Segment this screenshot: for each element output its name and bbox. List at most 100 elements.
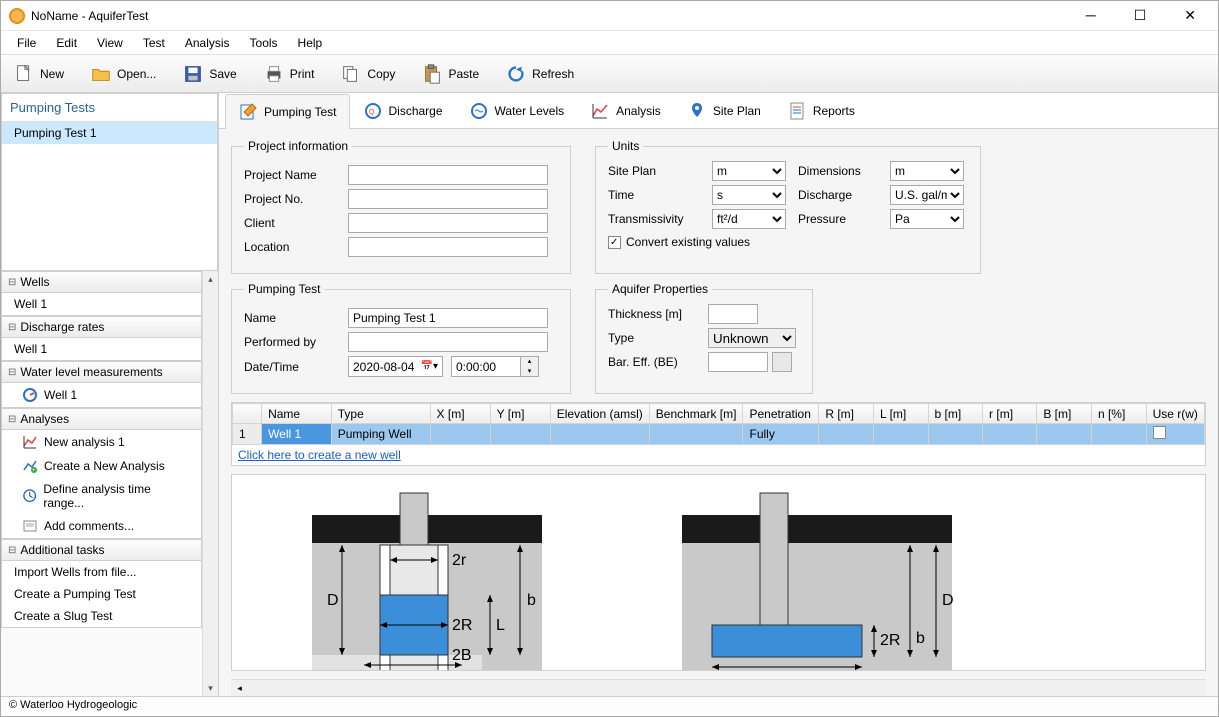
menu-view[interactable]: View xyxy=(89,34,131,52)
svg-text:D: D xyxy=(942,592,954,609)
import-wells-item[interactable]: Import Wells from file... xyxy=(2,561,201,583)
svg-text:+: + xyxy=(32,468,36,474)
project-no-input[interactable] xyxy=(348,189,548,209)
left-scrollbar[interactable]: ▴ ▾ xyxy=(202,271,218,696)
save-button[interactable]: Save xyxy=(178,60,240,88)
col-bench[interactable]: Benchmark [m] xyxy=(649,404,743,424)
refresh-button[interactable]: Refresh xyxy=(501,60,578,88)
waterlevel-section-header[interactable]: ⊟Water level measurements xyxy=(2,362,201,383)
location-input[interactable] xyxy=(348,237,548,257)
waterlevel-item[interactable]: Well 1 xyxy=(2,383,201,407)
time-input[interactable]: 0:00:00 xyxy=(451,356,521,377)
analysis-item[interactable]: New analysis 1 xyxy=(2,430,201,454)
col-r[interactable]: r [m] xyxy=(983,404,1037,424)
date-picker[interactable]: 2020-08-04📅▾ xyxy=(348,356,443,377)
tab-reports[interactable]: Reports xyxy=(774,93,868,128)
create-slug-test-item[interactable]: Create a Slug Test xyxy=(2,605,201,627)
scroll-up-icon[interactable]: ▴ xyxy=(203,271,218,287)
discharge-unit-label: Discharge xyxy=(798,188,882,202)
create-analysis-item[interactable]: +Create a New Analysis xyxy=(2,454,201,478)
aqtype-label: Type xyxy=(608,331,700,345)
tab-water-levels[interactable]: Water Levels xyxy=(456,93,578,128)
col-x[interactable]: X [m] xyxy=(430,404,490,424)
new-button[interactable]: New xyxy=(9,60,68,88)
discharge-section-header[interactable]: ⊟Discharge rates xyxy=(2,317,201,338)
scroll-left-icon[interactable]: ◂ xyxy=(231,680,248,696)
col-num[interactable] xyxy=(233,404,262,424)
bareff-button[interactable] xyxy=(772,352,792,372)
tab-pumping-test[interactable]: Pumping Test xyxy=(225,94,350,129)
aquifer-group: Aquifer Properties Thickness [m] TypeUnk… xyxy=(595,282,813,394)
time-unit-select[interactable]: s xyxy=(712,185,786,205)
col-B[interactable]: B [m] xyxy=(1037,404,1092,424)
pumping-test-item[interactable]: Pumping Test 1 xyxy=(2,122,217,144)
pt-performed-input[interactable] xyxy=(348,332,548,352)
well-diagram-2: 2L 2R b D xyxy=(652,485,972,671)
wells-section-header[interactable]: ⊟Wells xyxy=(2,272,201,293)
convert-checkbox[interactable] xyxy=(608,236,621,249)
thickness-input[interactable] xyxy=(708,304,758,324)
create-pumping-test-item[interactable]: Create a Pumping Test xyxy=(2,583,201,605)
location-label: Location xyxy=(244,240,340,254)
open-button[interactable]: Open... xyxy=(86,60,160,88)
status-bar: © Waterloo Hydrogeologic xyxy=(1,696,1218,716)
comments-item[interactable]: Add comments... xyxy=(2,514,201,538)
pt-datetime-label: Date/Time xyxy=(244,360,340,374)
col-y[interactable]: Y [m] xyxy=(490,404,550,424)
pt-name-input[interactable] xyxy=(348,308,548,328)
dimensions-unit-select[interactable]: m xyxy=(890,161,964,181)
menu-help[interactable]: Help xyxy=(290,34,331,52)
well-item[interactable]: Well 1 xyxy=(2,293,201,315)
menu-analysis[interactable]: Analysis xyxy=(177,34,238,52)
col-elev[interactable]: Elevation (amsl) xyxy=(550,404,649,424)
use-rw-checkbox[interactable] xyxy=(1153,426,1166,439)
tab-analysis[interactable]: Analysis xyxy=(577,93,674,128)
svg-text:2B: 2B xyxy=(452,647,472,664)
client-input[interactable] xyxy=(348,213,548,233)
close-button[interactable]: ✕ xyxy=(1174,3,1206,28)
paste-button[interactable]: Paste xyxy=(417,60,483,88)
table-row[interactable]: 1 Well 1 Pumping Well Fully xyxy=(233,424,1205,445)
tab-discharge[interactable]: QDischarge xyxy=(350,93,456,128)
col-L[interactable]: L [m] xyxy=(874,404,928,424)
menu-file[interactable]: File xyxy=(9,34,44,52)
col-pen[interactable]: Penetration xyxy=(743,404,819,424)
well-diagram-1: D 2r 2R 2B L b xyxy=(252,485,572,671)
discharge-item[interactable]: Well 1 xyxy=(2,338,201,360)
maximize-button[interactable]: ☐ xyxy=(1124,3,1157,28)
pressure-unit-select[interactable]: Pa xyxy=(890,209,964,229)
menu-test[interactable]: Test xyxy=(135,34,173,52)
siteplan-unit-select[interactable]: m xyxy=(712,161,786,181)
scroll-down-icon[interactable]: ▾ xyxy=(203,680,218,696)
col-b[interactable]: b [m] xyxy=(928,404,983,424)
aqtype-select[interactable]: Unknown xyxy=(708,328,796,348)
col-use[interactable]: Use r(w) xyxy=(1146,404,1204,424)
col-R[interactable]: R [m] xyxy=(819,404,874,424)
print-button[interactable]: Print xyxy=(259,60,319,88)
new-well-link[interactable]: Click here to create a new well xyxy=(232,445,1205,465)
siteplan-unit-label: Site Plan xyxy=(608,164,704,178)
menu-edit[interactable]: Edit xyxy=(48,34,85,52)
tab-site-plan[interactable]: Site Plan xyxy=(674,93,774,128)
col-type[interactable]: Type xyxy=(331,404,430,424)
discharge-unit-select[interactable]: U.S. gal/min xyxy=(890,185,964,205)
pt-performed-label: Performed by xyxy=(244,335,340,349)
time-spinner[interactable]: ▴▾ xyxy=(521,356,539,377)
paste-icon xyxy=(421,63,443,85)
menu-tools[interactable]: Tools xyxy=(242,34,286,52)
bareff-input[interactable] xyxy=(708,352,768,372)
pumping-test-group: Pumping Test Name Performed by Date/Time… xyxy=(231,282,571,394)
project-name-input[interactable] xyxy=(348,165,548,185)
analyses-section-header[interactable]: ⊟Analyses xyxy=(2,409,201,430)
svg-text:2R: 2R xyxy=(880,632,900,649)
analysis-icon xyxy=(590,101,610,121)
additional-section-header[interactable]: ⊟Additional tasks xyxy=(2,540,201,561)
diagram-hscroll[interactable]: ◂ xyxy=(231,679,1206,696)
col-name[interactable]: Name xyxy=(262,404,332,424)
col-n[interactable]: n [%] xyxy=(1091,404,1146,424)
copy-button[interactable]: Copy xyxy=(336,60,399,88)
time-range-item[interactable]: Define analysis time range... xyxy=(2,478,201,514)
minimize-button[interactable]: ─ xyxy=(1076,3,1106,28)
transmissivity-unit-select[interactable]: ft²/d xyxy=(712,209,786,229)
print-icon xyxy=(263,63,285,85)
